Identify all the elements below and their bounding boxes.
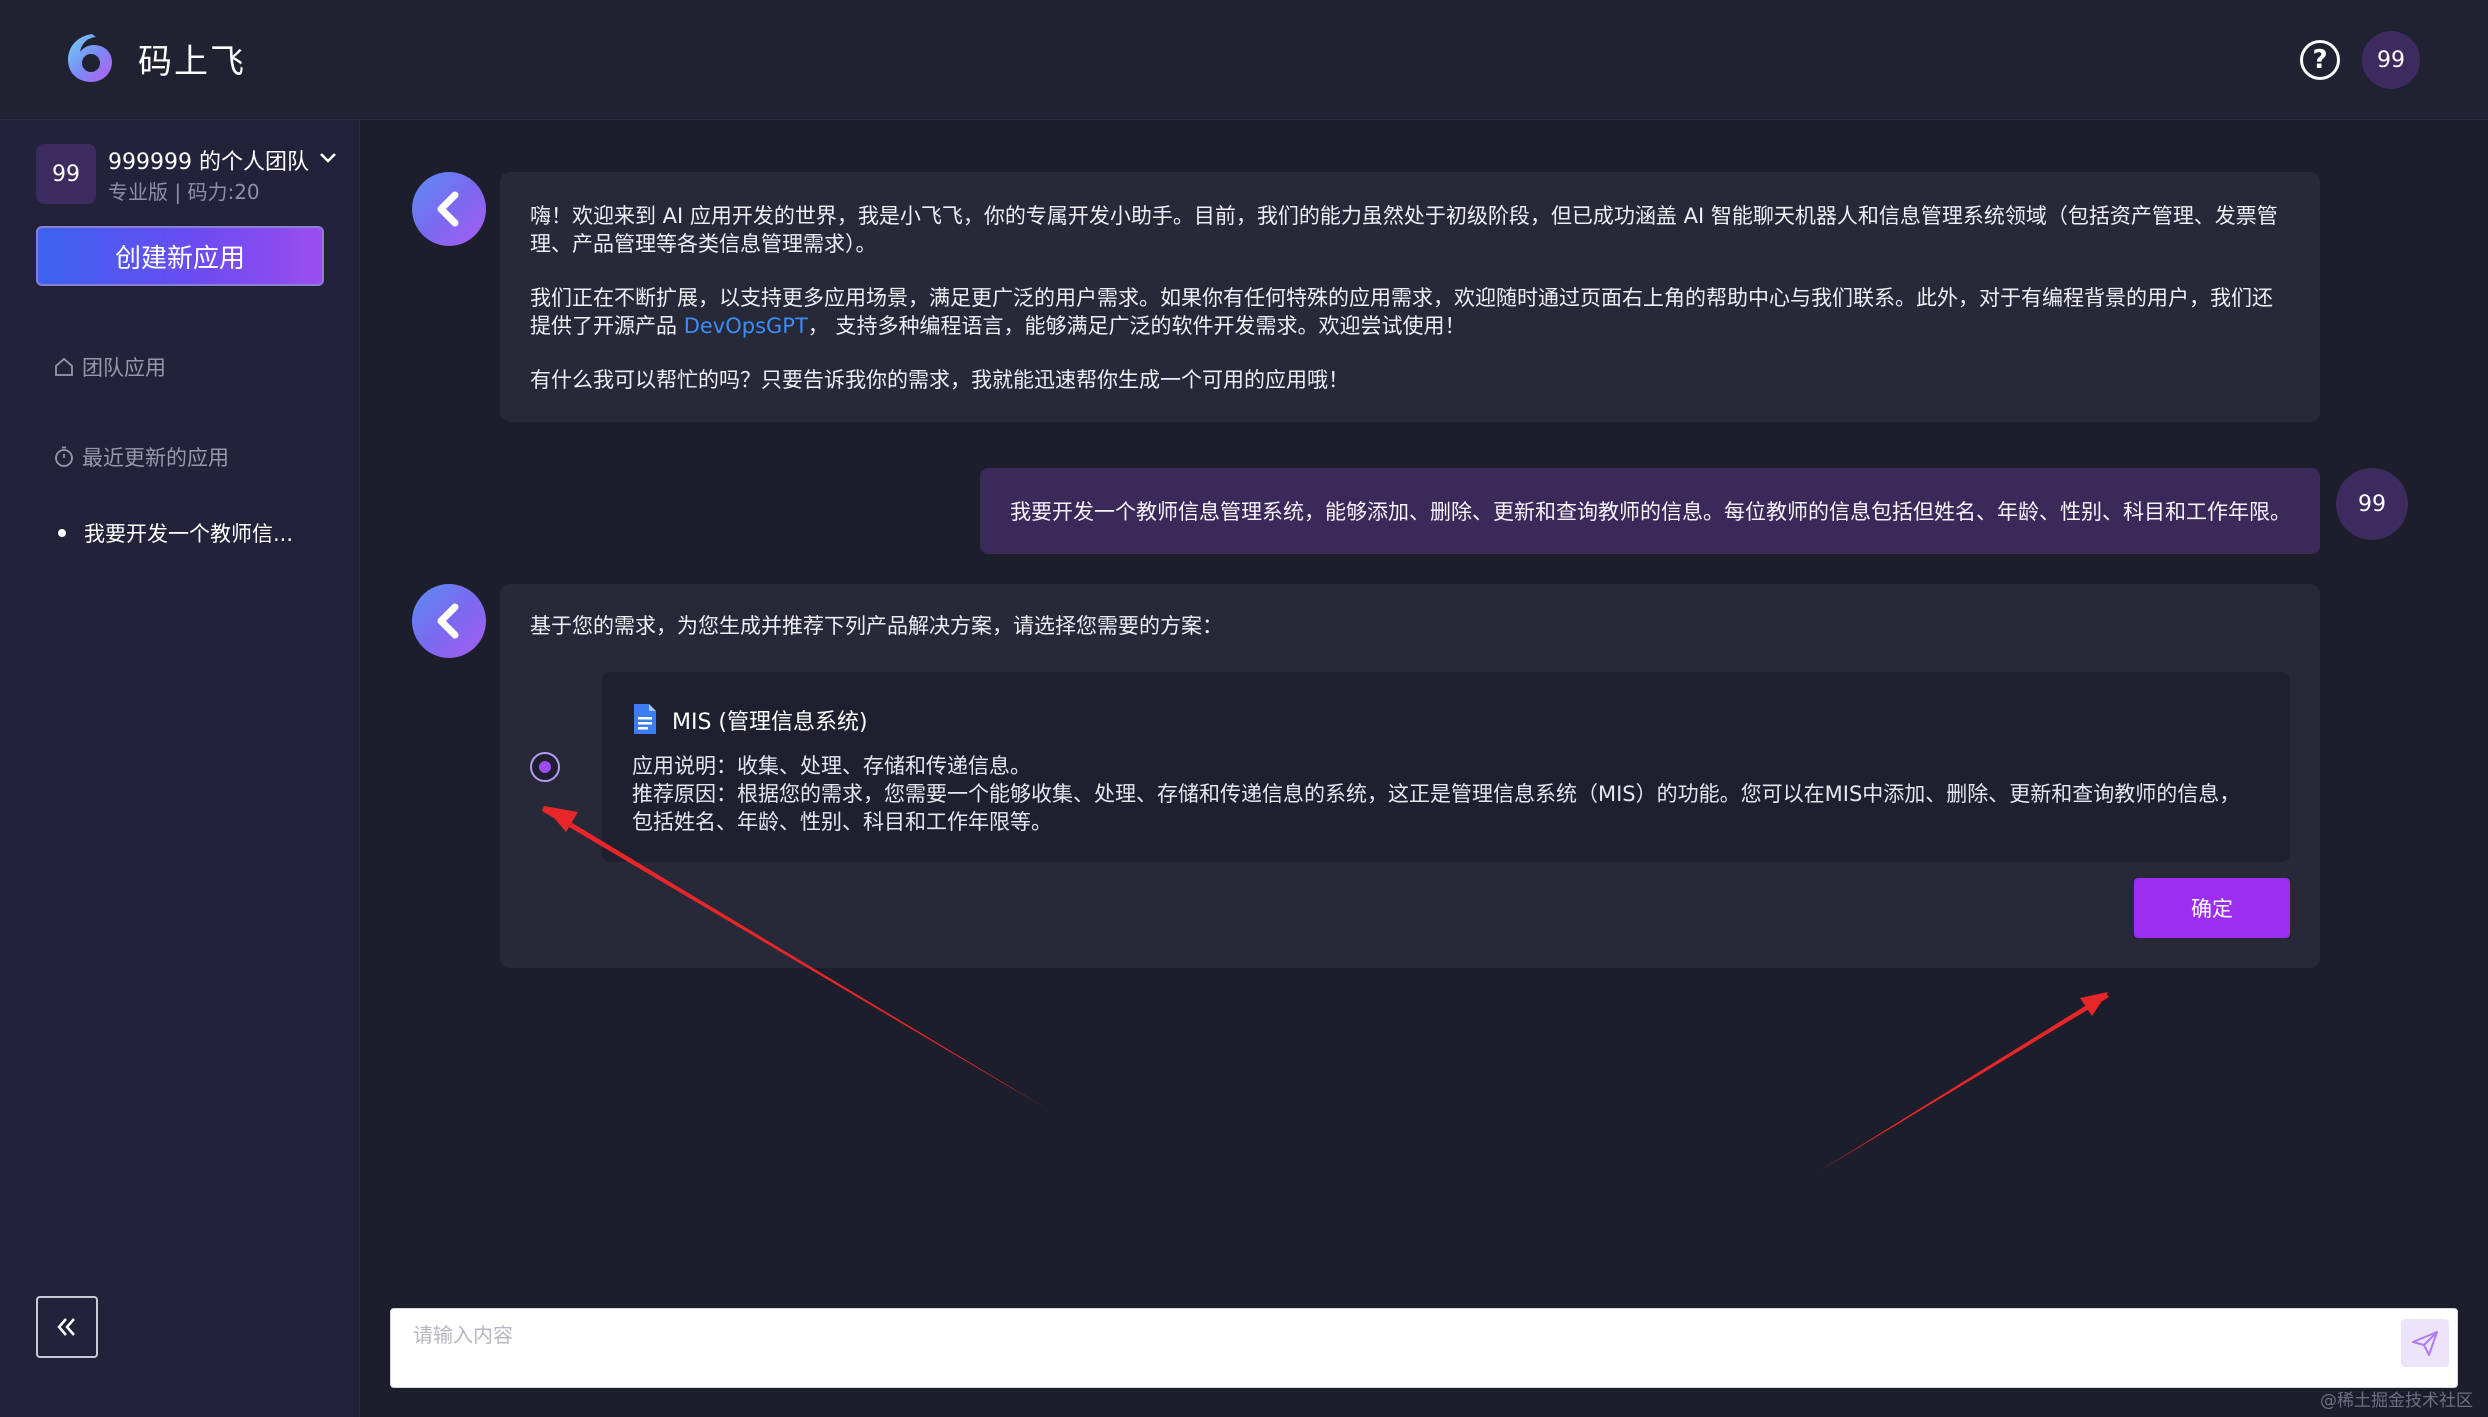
- sidebar-item-label: 团队应用: [82, 356, 166, 380]
- user-avatar[interactable]: 99: [2362, 31, 2420, 89]
- app-name: 码上飞: [138, 41, 246, 82]
- document-icon: [634, 704, 656, 734]
- bullet-icon: [58, 529, 66, 537]
- chat-input-box: [390, 1308, 2458, 1388]
- help-icon[interactable]: ?: [2300, 40, 2340, 80]
- solution-description: 应用说明：收集、处理、存储和传递信息。 推荐原因：根据您的需求，您需要一个能够收…: [632, 752, 2252, 836]
- home-icon: [55, 357, 73, 376]
- bot-logo-icon: [437, 191, 459, 227]
- sidebar-item-team-apps[interactable]: 团队应用: [52, 352, 166, 382]
- recent-app-label: 我要开发一个教师信...: [84, 522, 294, 546]
- double-chevron-left-icon: [57, 1318, 75, 1336]
- user-message-avatar: 99: [2336, 468, 2408, 540]
- sidebar-item-label: 最近更新的应用: [82, 446, 229, 470]
- watermark: @稀土掘金技术社区: [2320, 1391, 2473, 1411]
- welcome-paragraph: 有什么我可以帮忙的吗？只要告诉我你的需求，我就能迅速帮你生成一个可用的应用哦！: [530, 368, 1349, 392]
- team-name[interactable]: 999999 的个人团队: [108, 144, 309, 176]
- sidebar: 99 999999 的个人团队 专业版 | 码力:20 创建新应用 团队应用 最…: [0, 120, 360, 1417]
- sidebar-item-recent-apps[interactable]: 最近更新的应用: [52, 442, 229, 472]
- confirm-button[interactable]: 确定: [2134, 878, 2290, 938]
- chat-input[interactable]: [413, 1319, 2363, 1375]
- bot-avatar: [412, 584, 486, 658]
- bot-avatar: [412, 172, 486, 246]
- team-plan-info: 专业版 | 码力:20: [108, 180, 260, 204]
- welcome-text: ， 支持多种编程语言，能够满足广泛的软件开发需求。欢迎尝试使用！: [807, 314, 1466, 338]
- radio-selected-dot: [539, 761, 551, 773]
- bot-message-welcome: 嗨！欢迎来到 AI 应用开发的世界，我是小飞飞，你的专属开发小助手。目前，我们的…: [500, 172, 2320, 422]
- team-avatar[interactable]: 99: [36, 144, 96, 204]
- app-logo-icon: [68, 34, 112, 82]
- logo[interactable]: 码上飞: [62, 30, 246, 86]
- create-app-button[interactable]: 创建新应用: [36, 226, 324, 286]
- devopsgpt-link[interactable]: DevOpsGPT: [684, 314, 808, 338]
- top-header: 码上飞 ? 99: [0, 0, 2488, 120]
- solution-radio[interactable]: [530, 752, 560, 782]
- collapse-sidebar-button[interactable]: [36, 1296, 98, 1358]
- send-button[interactable]: [2401, 1319, 2449, 1367]
- chevron-down-icon[interactable]: [316, 146, 340, 170]
- user-message-text: 我要开发一个教师信息管理系统，能够添加、删除、更新和查询教师的信息。每位教师的信…: [1010, 500, 2291, 524]
- user-message: 我要开发一个教师信息管理系统，能够添加、删除、更新和查询教师的信息。每位教师的信…: [980, 468, 2320, 554]
- recent-app-item[interactable]: 我要开发一个教师信...: [58, 518, 293, 548]
- solution-title: MIS (管理信息系统): [672, 710, 868, 735]
- welcome-paragraph: 嗨！欢迎来到 AI 应用开发的世界，我是小飞飞，你的专属开发小助手。目前，我们的…: [530, 204, 2278, 256]
- arrow-head-confirm: [2080, 992, 2108, 1016]
- solution-desc-line: 推荐原因：根据您的需求，您需要一个能够收集、处理、存储和传递信息的系统，这正是管…: [632, 782, 2241, 834]
- send-icon: [2412, 1331, 2438, 1356]
- timer-icon: [55, 446, 73, 467]
- bot-logo-icon: [437, 603, 459, 639]
- solution-intro: 基于您的需求，为您生成并推荐下列产品解决方案，请选择您需要的方案：: [530, 614, 1223, 638]
- welcome-paragraph: 我们正在不断扩展，以支持更多应用场景，满足更广泛的用户需求。如果你有任何特殊的应…: [530, 284, 2290, 340]
- solution-desc-line: 应用说明：收集、处理、存储和传递信息。: [632, 754, 1031, 778]
- arrow-to-confirm: [1818, 993, 2109, 1172]
